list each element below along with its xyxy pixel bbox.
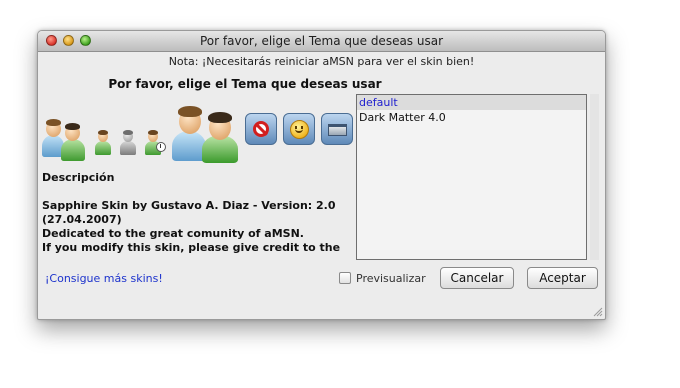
theme-dialog: Por favor, elige el Tema que deseas usar… — [37, 30, 606, 320]
offline-user-icon — [119, 129, 137, 155]
online-user-icon — [94, 129, 112, 155]
skin-list-scrollbar[interactable] — [590, 94, 599, 260]
description-line: (27.04.2007) — [42, 213, 122, 226]
description-line: Sapphire Skin by Gustavo A. Diaz - Versi… — [42, 199, 336, 212]
accept-button[interactable]: Aceptar — [527, 267, 598, 289]
toolbar-icon — [321, 113, 353, 145]
restart-note: Nota: ¡Necesitarás reiniciar aMSN para v… — [168, 55, 475, 68]
cancel-button[interactable]: Cancelar — [440, 267, 514, 289]
away-user-icon — [144, 129, 168, 155]
description-label: Descripción — [42, 171, 115, 184]
skin-description: Sapphire Skin by Gustavo A. Diaz - Versi… — [42, 199, 352, 257]
dialog-heading: Por favor, elige el Tema que deseas usar — [108, 77, 382, 91]
contacts-icon — [41, 113, 89, 161]
get-more-skins-link[interactable]: ¡Consigue más skins! — [45, 272, 163, 285]
skin-list-item-default[interactable]: default — [357, 95, 586, 110]
description-line: Dedicated to the great comunity of aMSN. — [42, 227, 304, 240]
smiley-icon — [283, 113, 315, 145]
blocked-icon — [245, 113, 277, 145]
window-title: Por favor, elige el Tema que deseas usar — [199, 34, 444, 48]
large-contacts-icon — [172, 101, 244, 163]
resize-grip-icon[interactable] — [592, 306, 603, 317]
description-line: If you modify this skin, please give cre… — [42, 241, 341, 254]
title-bar[interactable]: Por favor, elige el Tema que deseas usar — [38, 31, 605, 52]
skin-list[interactable]: default Dark Matter 4.0 — [356, 94, 587, 260]
preview-checkbox[interactable] — [339, 272, 351, 284]
skin-list-item-dark-matter[interactable]: Dark Matter 4.0 — [357, 110, 586, 125]
preview-label: Previsualizar — [356, 272, 426, 285]
